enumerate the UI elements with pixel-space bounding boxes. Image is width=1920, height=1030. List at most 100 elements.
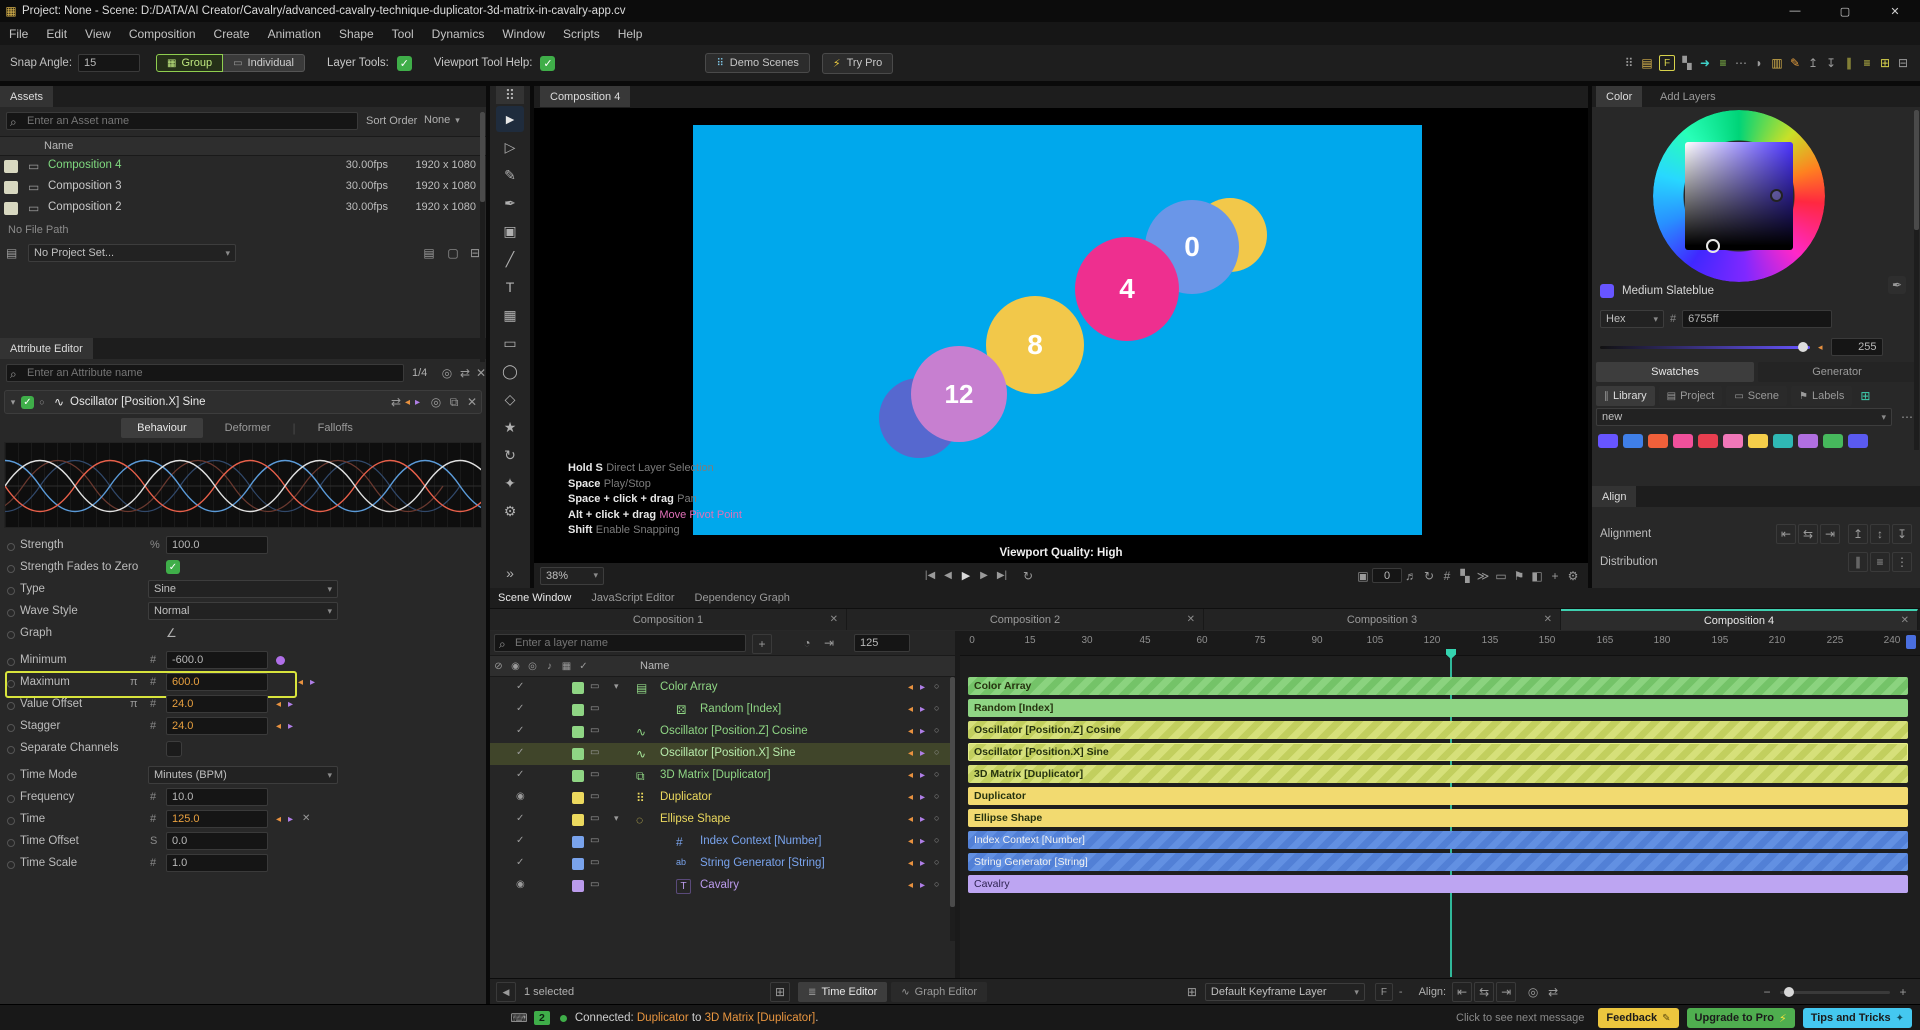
- composition-2-tab[interactable]: Composition 2 ✕: [847, 609, 1204, 630]
- visibility-eye-icon[interactable]: ◉: [516, 879, 525, 890]
- next-key-icon[interactable]: ▸: [415, 397, 427, 408]
- composition-4-tab[interactable]: Composition 4 ✕: [1561, 609, 1918, 630]
- connect-dot[interactable]: [7, 861, 15, 869]
- labels-tab[interactable]: ⚑ Labels: [1790, 386, 1853, 406]
- timeline-bar[interactable]: Duplicator: [968, 787, 1908, 805]
- time-offset-input[interactable]: [166, 832, 268, 850]
- solo-column-icon[interactable]: ◎: [524, 661, 541, 672]
- color-panel-scrollbar[interactable]: [1914, 110, 1919, 450]
- new-folder-icon[interactable]: ▤: [420, 244, 438, 262]
- next-key-icon[interactable]: ▸: [310, 677, 315, 688]
- separate-channels-checkbox[interactable]: [166, 741, 182, 757]
- keyframe-circle-icon[interactable]: ○: [934, 857, 939, 867]
- layer-row[interactable]: ✓ ▭ ▾ ▤ Color Array ◂ ▸ ○: [490, 677, 955, 699]
- toolbar-rows-icon[interactable]: ≡: [1858, 54, 1876, 72]
- try-pro-button[interactable]: ⚡ Try Pro: [821, 52, 894, 74]
- keyframe-circle-icon[interactable]: ○: [934, 813, 939, 823]
- next-key-icon[interactable]: ▸: [920, 836, 925, 847]
- next-key-icon[interactable]: ▸: [920, 880, 925, 891]
- prev-key-icon[interactable]: ◂: [276, 814, 281, 825]
- align-bottom-button[interactable]: ↧: [1892, 524, 1912, 544]
- maximize-button[interactable]: ▢: [1820, 0, 1870, 22]
- swatch[interactable]: [1848, 434, 1868, 448]
- library-tab[interactable]: ∥ Library: [1596, 386, 1655, 406]
- swap-connection-icon[interactable]: ⇄: [387, 393, 405, 411]
- f-curve-badge[interactable]: F: [1374, 983, 1393, 1001]
- label-color-chip[interactable]: [572, 880, 584, 892]
- close-button[interactable]: ✕: [1870, 0, 1920, 22]
- swatches-tab[interactable]: Swatches: [1596, 362, 1754, 382]
- label-color-chip[interactable]: [572, 704, 584, 716]
- visibility-column-icon[interactable]: ✓: [575, 661, 592, 672]
- keyframe-circle-icon[interactable]: ○: [934, 681, 939, 691]
- layer-row-selected[interactable]: ✓ ▭ ∿ Oscillator [Position.X] Sine ◂ ▸ ○: [490, 743, 955, 765]
- remove-connection-icon[interactable]: ✕: [302, 813, 310, 824]
- swatch[interactable]: [1823, 434, 1843, 448]
- menu-shape[interactable]: Shape: [330, 27, 383, 41]
- behaviour-enabled-checkbox[interactable]: ✓: [21, 395, 34, 409]
- hex-input[interactable]: [1682, 310, 1833, 328]
- timeline-bar[interactable]: 3D Matrix [Duplicator]: [968, 765, 1908, 783]
- time-input[interactable]: [166, 810, 268, 828]
- menu-edit[interactable]: Edit: [37, 27, 76, 41]
- distribute-v-button[interactable]: ≡: [1870, 552, 1890, 572]
- viewport-tool-help-checkbox[interactable]: ✓: [540, 55, 556, 71]
- current-frame-input[interactable]: [854, 634, 910, 652]
- timeline-ruler[interactable]: 0 15 30 45 60 75 90 105 120 135 150 165 …: [960, 631, 1920, 656]
- individual-toggle[interactable]: ▭ Individual: [223, 54, 305, 72]
- audio-level-value[interactable]: 0: [1372, 568, 1402, 583]
- keyframe-circle-icon[interactable]: ○: [934, 725, 939, 735]
- graph-editor-button[interactable]: ∿ Graph Editor: [891, 982, 988, 1002]
- pen-tool[interactable]: ✒: [496, 190, 524, 216]
- feedback-button[interactable]: Feedback ✎: [1598, 1008, 1679, 1028]
- toolbar-align-h-icon[interactable]: ≡: [1714, 54, 1732, 72]
- rectangle-tool[interactable]: ▭: [496, 330, 524, 356]
- value-offset-input[interactable]: [166, 695, 268, 713]
- enabled-checkbox[interactable]: ✓: [516, 747, 524, 758]
- distribute-space-button[interactable]: ⋮: [1892, 552, 1912, 572]
- swatch[interactable]: [1748, 434, 1768, 448]
- swatch[interactable]: [1673, 434, 1693, 448]
- toolbar-dots-grid-icon[interactable]: ⠿: [1620, 54, 1638, 72]
- connect-dot[interactable]: [7, 724, 15, 732]
- label-color-chip[interactable]: [572, 792, 584, 804]
- artboard-tool[interactable]: ▦: [496, 302, 524, 328]
- solo-dot-icon[interactable]: ○: [34, 397, 50, 407]
- default-keyframe-layer-select[interactable]: Default Keyframe Layer ▾: [1204, 983, 1365, 1001]
- menu-window[interactable]: Window: [493, 27, 554, 41]
- asset-search-input[interactable]: [6, 112, 358, 130]
- align-middle-button[interactable]: ↕: [1870, 524, 1890, 544]
- demo-scenes-button[interactable]: ⠿ Demo Scenes: [705, 53, 810, 73]
- prev-key-icon[interactable]: ◂: [908, 814, 913, 825]
- type-select[interactable]: Sine ▾: [148, 580, 338, 598]
- grid-overlay-icon[interactable]: #: [1438, 567, 1456, 585]
- keyframe-dot[interactable]: [276, 656, 285, 665]
- label-color-chip[interactable]: [572, 836, 584, 848]
- prev-key-icon[interactable]: ◂: [908, 770, 913, 781]
- toolbar-export-arrow-icon[interactable]: ➜: [1696, 54, 1714, 72]
- toolbar-settings-icon[interactable]: ⊟: [1894, 54, 1912, 72]
- project-tab[interactable]: ▤ Project: [1658, 386, 1723, 406]
- settings-tool[interactable]: ⚙: [496, 498, 524, 524]
- menu-animation[interactable]: Animation: [259, 27, 330, 41]
- sort-order-select[interactable]: None ▾: [424, 114, 460, 126]
- layer-row[interactable]: ✓ ▭ ⧉ 3D Matrix [Duplicator] ◂ ▸ ○: [490, 765, 955, 787]
- jump-to-frame-icon[interactable]: ⇥: [820, 634, 838, 652]
- toolbar-folder-icon[interactable]: ▤: [1638, 54, 1656, 72]
- menu-dynamics[interactable]: Dynamics: [423, 27, 494, 41]
- next-key-icon[interactable]: ▸: [920, 814, 925, 825]
- viewport-settings-icon[interactable]: ⚙: [1564, 567, 1582, 585]
- toolbar-f-badge-icon[interactable]: F: [1659, 55, 1675, 71]
- add-layers-tab[interactable]: Add Layers: [1650, 86, 1726, 107]
- collapse-chevron-icon[interactable]: ▾: [5, 397, 21, 408]
- toolbar-scatter-icon[interactable]: ▚: [1678, 54, 1696, 72]
- knife-tool[interactable]: ╱: [496, 246, 524, 272]
- next-key-icon[interactable]: ▸: [288, 814, 293, 825]
- fades-checkbox[interactable]: ✓: [166, 560, 180, 574]
- menu-tool[interactable]: Tool: [383, 27, 423, 41]
- timeline-bar[interactable]: String Generator [String]: [968, 853, 1908, 871]
- close-tab-icon[interactable]: ✕: [830, 614, 838, 625]
- toolbar-grid-layout-icon[interactable]: ⊞: [1876, 54, 1894, 72]
- tab-behaviour[interactable]: Behaviour: [121, 418, 203, 438]
- keyframe-circle-icon[interactable]: ○: [934, 835, 939, 845]
